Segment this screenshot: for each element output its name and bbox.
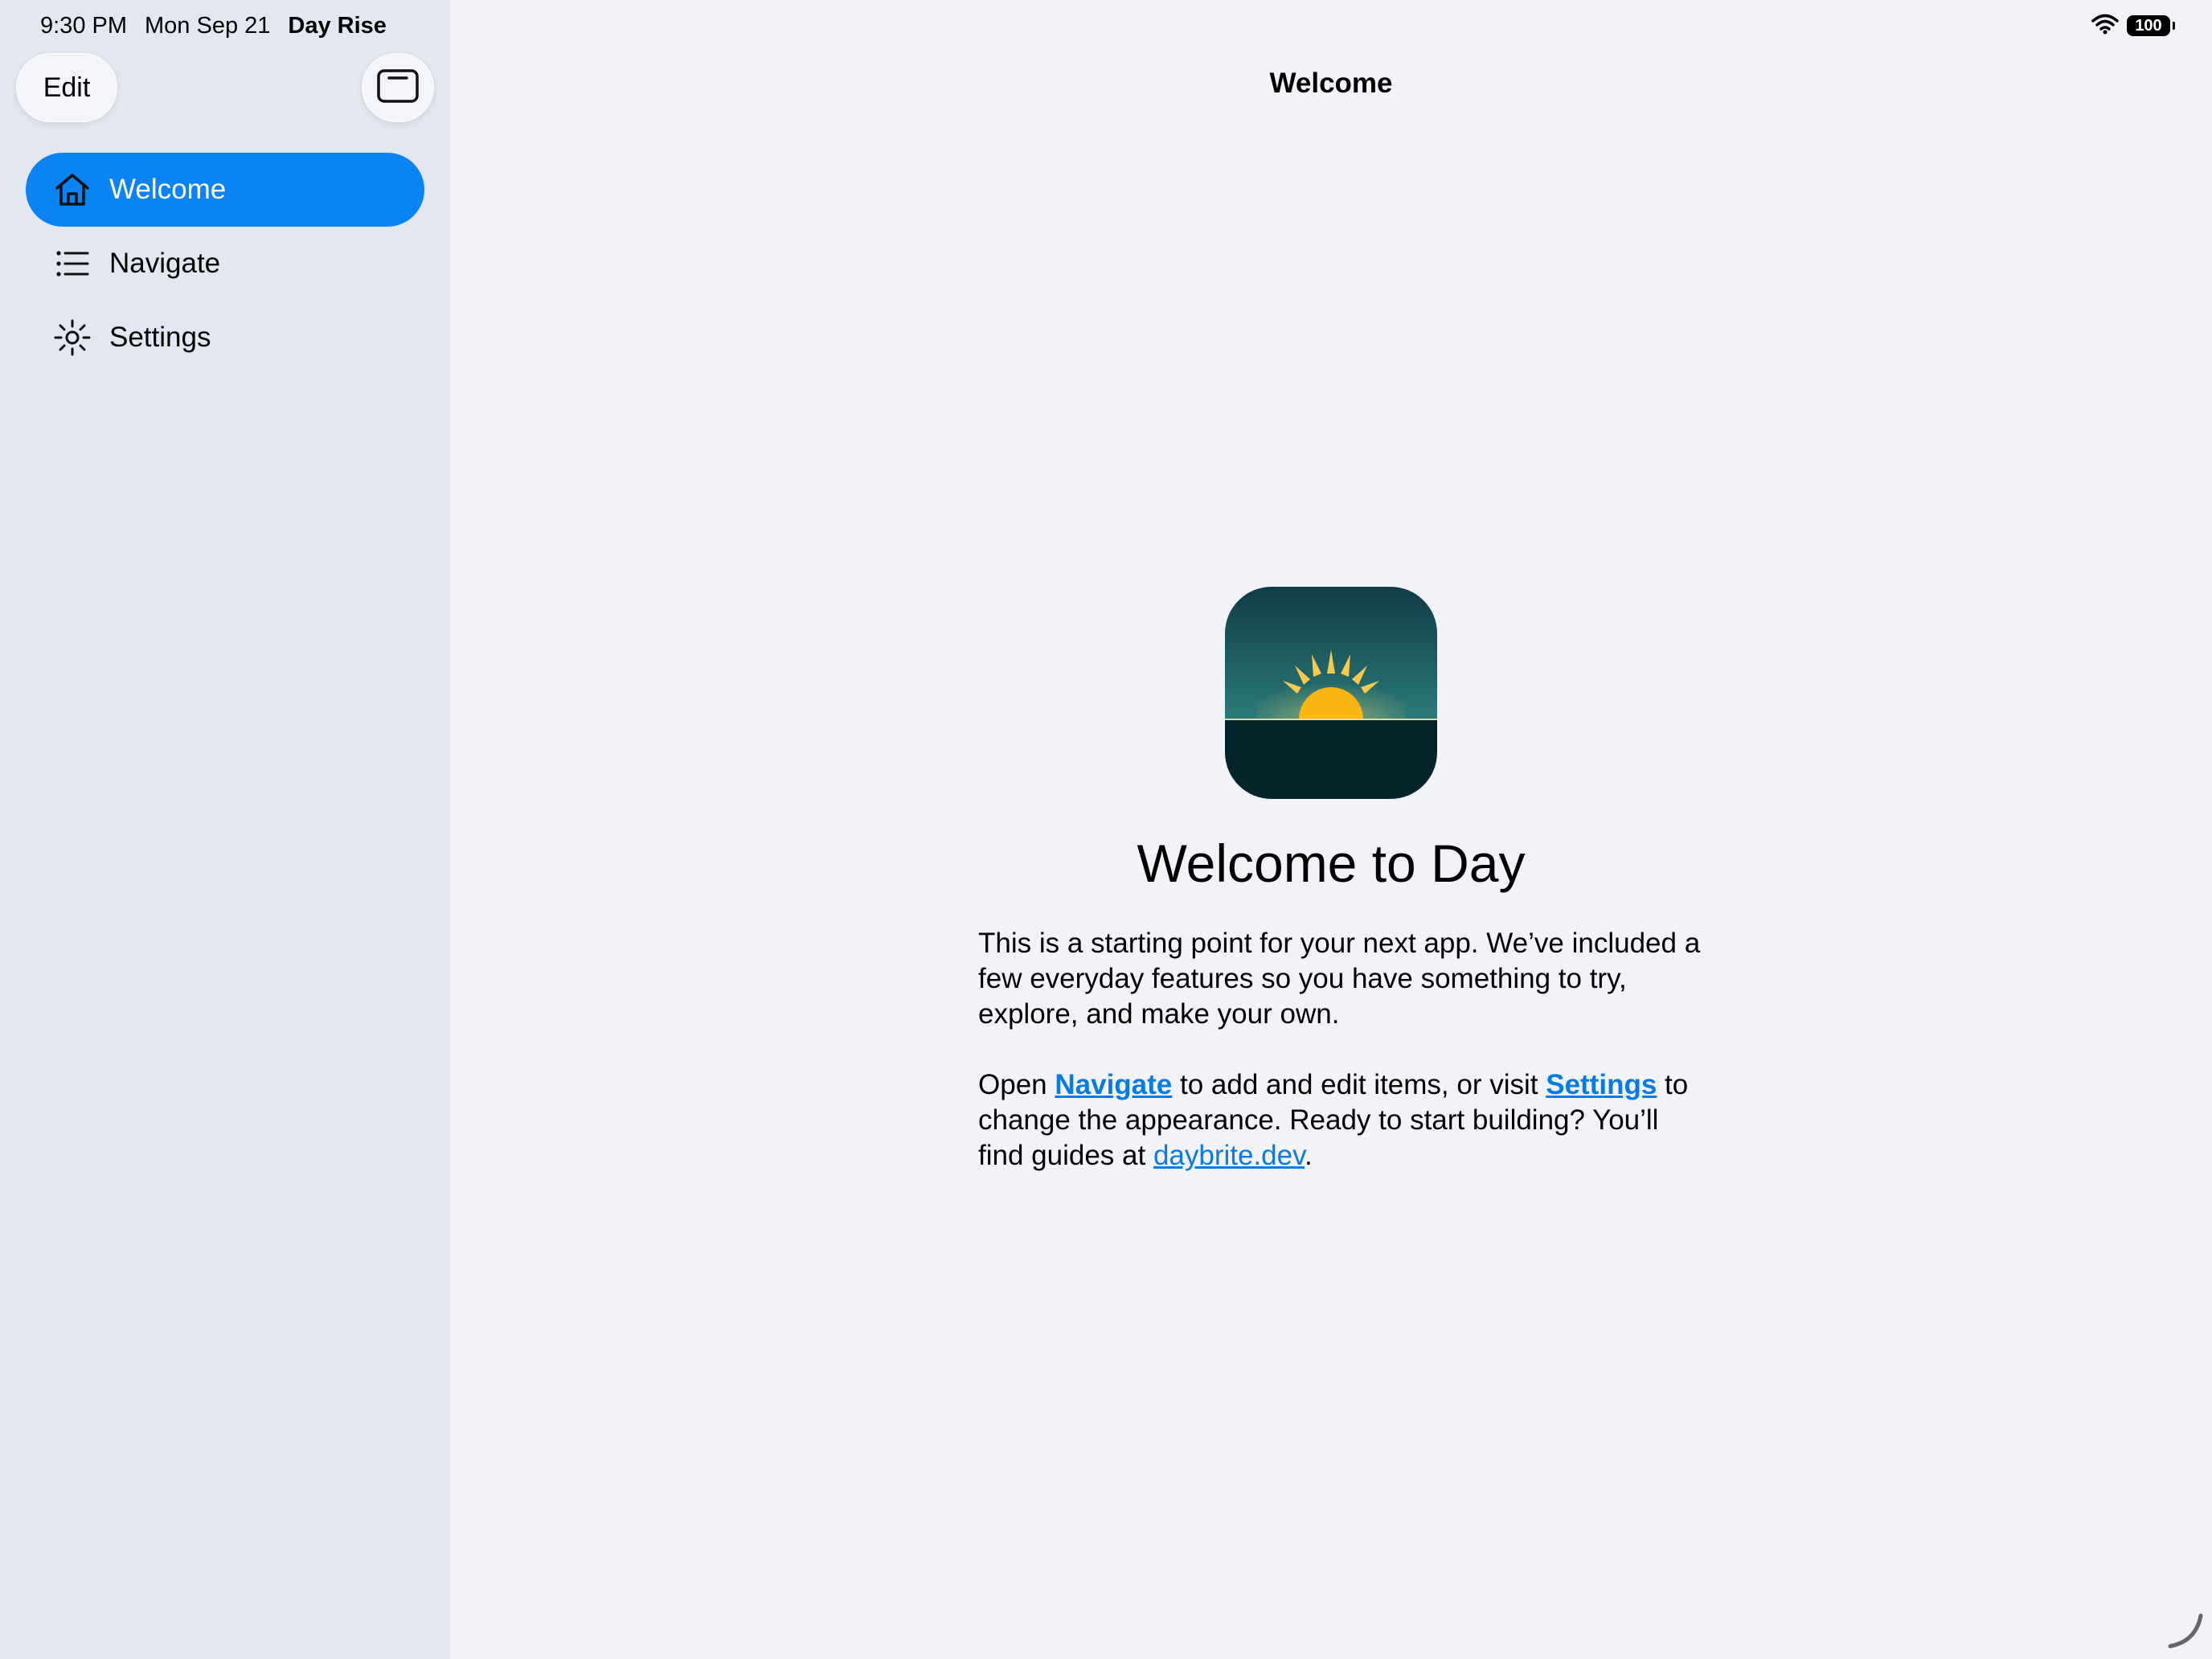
page-title: Welcome <box>1269 68 1393 99</box>
status-bar-right: 100 <box>2091 13 2175 39</box>
toggle-sidebar-button[interactable] <box>362 53 434 122</box>
resize-handle-icon[interactable] <box>2164 1609 2204 1649</box>
app-logo-icon <box>1225 587 1437 799</box>
status-app-name: Day Rise <box>288 12 387 39</box>
status-date: Mon Sep 21 <box>145 12 271 39</box>
instructions-paragraph: Open Navigate to add and edit items, or … <box>978 1067 1702 1174</box>
status-bar-left: 9:30 PM Mon Sep 21 Day Rise <box>40 11 387 40</box>
sidebar-toggle-icon <box>377 68 419 107</box>
welcome-body: This is a starting point for your next a… <box>978 926 1702 1209</box>
sidebar-item-welcome[interactable]: Welcome <box>26 153 424 227</box>
welcome-headline: Welcome to Day <box>1137 834 1526 893</box>
sidebar-item-label: Settings <box>109 322 211 353</box>
sidebar-item-navigate[interactable]: Navigate <box>26 227 424 301</box>
text-mid: to add and edit items, or visit <box>1172 1069 1546 1100</box>
daybrite-link[interactable]: daybrite.dev <box>1153 1140 1305 1171</box>
wifi-icon <box>2091 14 2119 39</box>
sidebar-item-label: Navigate <box>109 248 221 279</box>
battery-level: 100 <box>2135 16 2162 35</box>
navigate-link[interactable]: Navigate <box>1055 1069 1172 1100</box>
status-time: 9:30 PM <box>40 12 127 39</box>
sidebar-item-label: Welcome <box>109 174 227 205</box>
sidebar: 9:30 PM Mon Sep 21 Day Rise Edit Welcome <box>0 0 450 1659</box>
list-icon <box>51 243 93 285</box>
settings-link[interactable]: Settings <box>1546 1069 1657 1100</box>
edit-button[interactable]: Edit <box>16 53 117 122</box>
sun-icon <box>51 317 93 358</box>
sidebar-item-settings[interactable]: Settings <box>26 301 424 375</box>
text-end: . <box>1305 1140 1313 1171</box>
house-icon <box>51 169 93 211</box>
battery-icon: 100 <box>2127 15 2175 36</box>
intro-paragraph: This is a starting point for your next a… <box>978 928 1701 1030</box>
main-content: 100 Welcome Welcome to Day This is a sta… <box>450 0 2212 1659</box>
text-open: Open <box>978 1069 1055 1100</box>
